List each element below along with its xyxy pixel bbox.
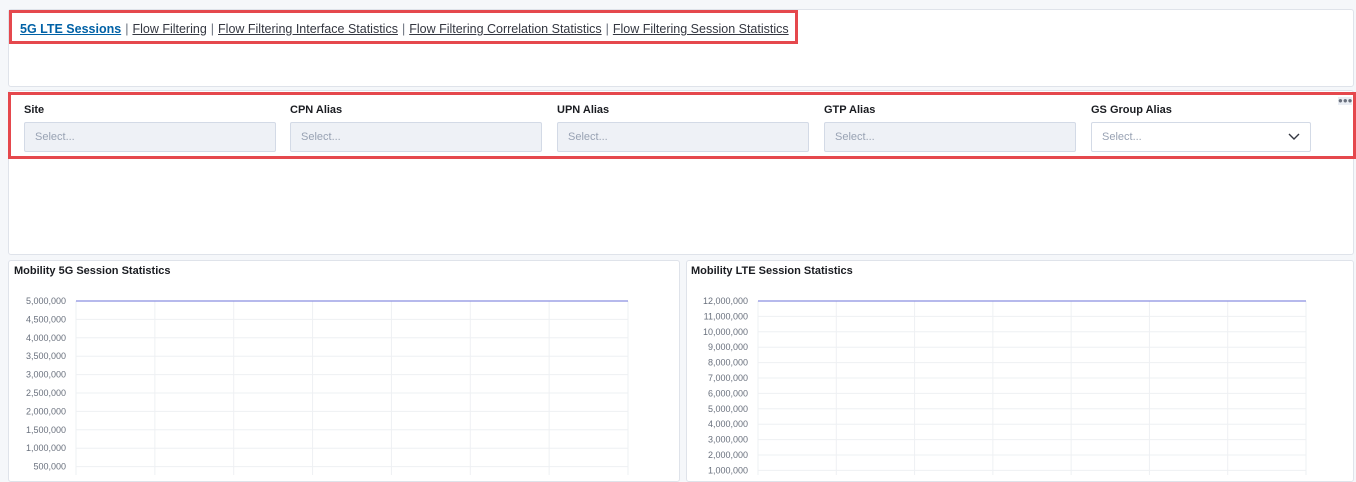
gs-group-alias-control: GS Group Alias Select... (1091, 104, 1311, 152)
y-tick-label: 2,000,000 (708, 450, 748, 460)
y-tick-label: 1,000,000 (708, 465, 748, 475)
y-tick-label: 2,500,000 (26, 388, 66, 398)
y-tick-label: 12,000,000 (703, 296, 748, 306)
y-tick-label: 3,500,000 (26, 351, 66, 361)
gs-group-alias-select[interactable]: Select... (1091, 122, 1311, 152)
upn-alias-label: UPN Alias (557, 104, 610, 116)
nav-separator: | (210, 22, 215, 36)
upn-alias-placeholder: Select... (568, 131, 608, 143)
y-tick-label: 10,000,000 (703, 327, 748, 337)
cpn-alias-control: CPN Alias Select... (290, 104, 542, 152)
nav-separator: | (605, 22, 609, 36)
upn-alias-select[interactable]: Select... (557, 122, 809, 152)
gtp-alias-placeholder: Select... (835, 131, 875, 143)
nav-link-correlation-statistics[interactable]: Flow Filtering Correlation Statistics (409, 22, 601, 36)
chart-lte-title: Mobility LTE Session Statistics (691, 265, 853, 277)
y-tick-label: 3,000,000 (708, 435, 748, 445)
y-tick-label: 5,000,000 (26, 296, 66, 306)
site-label: Site (24, 104, 45, 116)
y-tick-label: 3,000,000 (26, 370, 66, 380)
chevron-down-icon (1288, 133, 1300, 140)
site-placeholder: Select... (35, 131, 75, 143)
y-tick-label: 500,000 (33, 462, 66, 472)
y-tick-label: 4,000,000 (26, 333, 66, 343)
y-tick-label: 2,000,000 (26, 406, 66, 416)
gtp-alias-label: GTP Alias (824, 104, 876, 116)
y-tick-label: 6,000,000 (708, 388, 748, 398)
nav-link-flow-filtering[interactable]: Flow Filtering (132, 22, 206, 36)
cpn-alias-placeholder: Select... (301, 131, 341, 143)
nav-link-interface-statistics[interactable]: Flow Filtering Interface Statistics (218, 22, 398, 36)
site-control: Site Select... (24, 104, 276, 152)
nav-link-session-statistics[interactable]: Flow Filtering Session Statistics (613, 22, 789, 36)
nav-link-5g-lte-sessions[interactable]: 5G LTE Sessions (20, 22, 121, 36)
y-tick-label: 4,500,000 (26, 314, 66, 324)
nav-links: 5G LTE Sessions | Flow Filtering | Flow Filt… (20, 22, 789, 36)
gtp-alias-control: GTP Alias Select... (824, 104, 1076, 152)
y-tick-label: 1,000,000 (26, 443, 66, 453)
y-tick-label: 7,000,000 (708, 373, 748, 383)
ellipsis-icon[interactable]: ●●● (1338, 97, 1353, 105)
site-select[interactable]: Select... (24, 122, 276, 152)
nav-separator: | (125, 22, 129, 36)
y-tick-label: 4,000,000 (708, 419, 748, 429)
chart-lte-plot: 12,000,000 11,000,000 10,000,000 9,000,000 8… (703, 296, 1307, 475)
upn-alias-control: UPN Alias Select... (557, 104, 809, 152)
y-tick-label: 5,000,000 (708, 404, 748, 414)
gtp-alias-select[interactable]: Select... (824, 122, 1076, 152)
y-tick-label: 1,500,000 (26, 425, 66, 435)
chart-5g-plot: 5,000,000 4,500,000 4,000,000 3,500,000 3,00… (26, 296, 629, 475)
gs-group-alias-label: GS Group Alias (1091, 104, 1172, 116)
y-tick-label: 11,000,000 (704, 311, 748, 321)
gs-group-alias-placeholder: Select... (1102, 131, 1142, 143)
cpn-alias-select[interactable]: Select... (290, 122, 542, 152)
nav-separator: | (401, 22, 406, 36)
chart-5g-title: Mobility 5G Session Statistics (14, 265, 171, 277)
y-tick-label: 8,000,000 (708, 358, 748, 368)
y-tick-label: 9,000,000 (708, 342, 748, 352)
cpn-alias-label: CPN Alias (290, 104, 343, 116)
